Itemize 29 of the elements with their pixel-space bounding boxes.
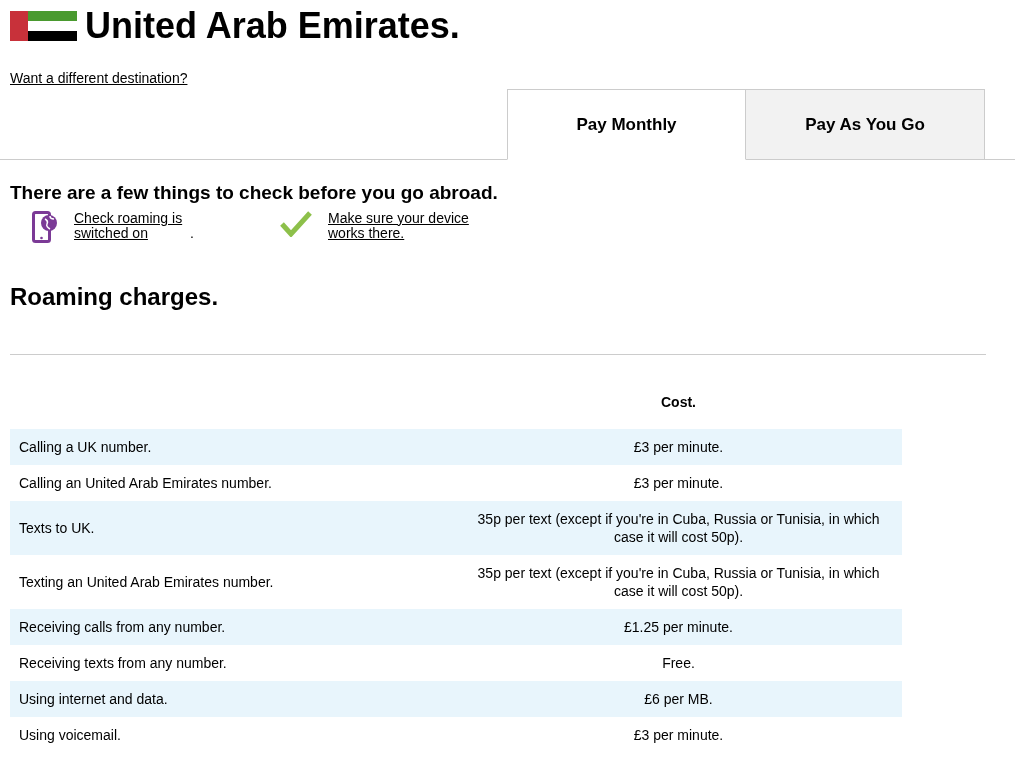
- flag-icon: [10, 11, 77, 41]
- tab[interactable]: Pay Monthly: [507, 89, 746, 160]
- table-cell: Using voicemail.: [10, 716, 455, 753]
- check-link[interactable]: Make sure your device works there.: [328, 210, 478, 241]
- table-cell: Using internet and data.: [10, 680, 455, 717]
- table-cell: Texts to UK.: [10, 500, 455, 555]
- column-header: Cost.: [455, 374, 902, 429]
- tab[interactable]: Pay As You Go: [746, 89, 985, 160]
- section-heading: There are a few things to check before you go abroad.: [10, 182, 499, 205]
- table-cell: 35p per text (except if you're in Cuba, Russia or Tunisia, in which case it will cost 50p).: [455, 554, 902, 609]
- section-heading: Roaming charges.: [10, 282, 220, 312]
- table-cell: £6 per MB.: [455, 680, 902, 717]
- checkmark-icon: [280, 210, 312, 237]
- table-cell: £3 per minute.: [455, 464, 902, 501]
- destination-link[interactable]: Want a different destination?: [10, 68, 188, 89]
- check-link[interactable]: Check roaming is switched on: [74, 210, 190, 241]
- table-cell: £1.25 per minute.: [455, 608, 902, 645]
- table-cell: Calling a UK number.: [10, 428, 455, 465]
- table-cell: Receiving texts from any number.: [10, 644, 455, 681]
- table-cell: £3 per minute.: [455, 716, 902, 753]
- table-cell: Texting an United Arab Emirates number.: [10, 554, 455, 609]
- page-title: United Arab Emirates.: [85, 8, 460, 44]
- table-cell: £3 per minute.: [455, 428, 902, 465]
- check-item-text: Check roaming is switched on .: [74, 210, 195, 241]
- phone-globe-icon: [32, 210, 58, 243]
- table-cell: Free.: [455, 644, 902, 681]
- table-cell: Receiving calls from any number.: [10, 608, 455, 645]
- table-cell: 35p per text (except if you're in Cuba, Russia or Tunisia, in which case it will cost 50p).: [455, 500, 902, 555]
- table-cell: Calling an United Arab Emirates number.: [10, 464, 455, 501]
